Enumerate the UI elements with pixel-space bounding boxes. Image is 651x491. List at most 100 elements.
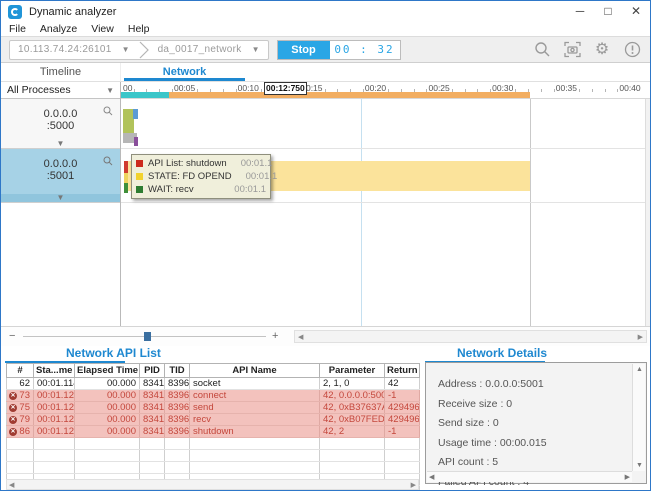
event-block[interactable] (124, 183, 128, 193)
row-collapse-handle[interactable]: ▼ (1, 194, 120, 202)
scroll-down-icon[interactable]: ▼ (636, 462, 643, 469)
project-select-value: da_0017_network (158, 44, 242, 55)
menu-analyze[interactable]: Analyze (40, 23, 77, 35)
scroll-right-icon[interactable]: ▶ (411, 481, 416, 489)
tooltip-row: STATE: FD OPEND00:01.1 (136, 170, 266, 183)
details-vertical-scrollbar[interactable]: ▲ ▼ (632, 364, 645, 471)
column-header[interactable]: Return (385, 364, 420, 378)
api-table[interactable]: #Sta...meElapsed TimePIDTIDAPI NameParam… (6, 363, 420, 491)
zoom-in-button[interactable]: + (272, 330, 278, 342)
row-collapse-handle[interactable]: ▼ (1, 140, 120, 148)
event-block[interactable] (134, 137, 138, 146)
process-row-5000[interactable]: 0.0.0.0 :5000 ▼ (1, 99, 120, 149)
error-icon: ✕ (9, 416, 17, 424)
detail-line: API count : 5 (438, 456, 646, 468)
stop-button[interactable]: Stop (278, 41, 330, 59)
api-cell: 8396 (165, 426, 190, 438)
tooltip-label: API List: shutdown (148, 158, 227, 169)
error-icon: ✕ (9, 428, 17, 436)
tab-timeline[interactable]: Timeline (1, 63, 121, 81)
api-table-row[interactable]: ✕8600:01.12900.00083418396shutdown42, 2-… (7, 426, 420, 438)
api-cell: 8341 (140, 426, 165, 438)
tab-network[interactable]: Network (121, 63, 248, 81)
row-zoom-icon[interactable] (103, 153, 113, 171)
column-header[interactable]: # (7, 364, 34, 378)
ruler-label: 00:35 (556, 83, 577, 93)
zoom-out-button[interactable]: − (9, 330, 15, 342)
event-block[interactable] (133, 109, 138, 119)
tooltip-label: STATE: FD OPEND (148, 171, 232, 182)
event-tooltip: API List: shutdown00:01.1STATE: FD OPEND… (131, 154, 271, 199)
device-select[interactable]: 10.113.74.24:26101 ▼ (10, 41, 138, 59)
process-filter-select[interactable]: All Processes ▼ (1, 82, 120, 99)
api-table-row[interactable]: ✕7900:01.12300.00083418396recv42, 0xB07F… (7, 414, 420, 426)
about-icon[interactable] (622, 40, 642, 60)
minimize-button[interactable]: ─ (566, 1, 594, 22)
api-cell: 00.000 (75, 414, 140, 426)
api-cell: shutdown (190, 426, 320, 438)
api-cell: 8396 (165, 390, 190, 402)
window-title: Dynamic analyzer (29, 6, 566, 18)
maximize-button[interactable]: □ (594, 1, 622, 22)
timeline-horizontal-scrollbar[interactable]: ◀ ▶ (294, 330, 647, 343)
device-select-value: 10.113.74.24:26101 (18, 44, 112, 55)
api-cell-empty (75, 450, 140, 462)
detail-line: Send size : 0 (438, 417, 646, 429)
bottom-section: Network API List #Sta...meElapsed TimePI… (1, 346, 650, 491)
search-icon[interactable] (532, 40, 552, 60)
close-button[interactable]: ✕ (622, 1, 650, 22)
api-table-row[interactable]: ✕7300:01.12000.00083418396connect42, 0.0… (7, 390, 420, 402)
api-cell: 00:01.120 (34, 402, 75, 414)
scroll-up-icon[interactable]: ▲ (636, 366, 643, 373)
menu-view[interactable]: View (91, 23, 114, 35)
scroll-left-icon[interactable]: ◀ (429, 473, 434, 481)
chart-vertical-scrollbar[interactable] (645, 99, 650, 326)
ruler-tick (541, 89, 542, 92)
ruler-tick (617, 89, 618, 92)
timeline-chart[interactable]: 0000:0500:1000:1500:2000:2500:3000:3500:… (121, 82, 650, 326)
settings-icon[interactable]: ⚙ (592, 40, 612, 60)
chart-row-5000[interactable] (121, 99, 650, 149)
time-ruler[interactable]: 0000:0500:1000:1500:2000:2500:3000:3500:… (121, 82, 650, 99)
menu-file[interactable]: File (9, 23, 26, 35)
api-cell-empty (385, 438, 420, 450)
menu-help[interactable]: Help (128, 23, 150, 35)
api-cell: 00:01.123 (34, 414, 75, 426)
api-cell: 8341 (140, 414, 165, 426)
api-table-empty-row (7, 438, 420, 450)
ruler-tick (579, 89, 580, 92)
api-table-horizontal-scrollbar[interactable]: ◀ ▶ (6, 479, 419, 490)
api-cell-empty (34, 438, 75, 450)
column-header[interactable]: TID (165, 364, 190, 378)
legend-swatch-icon (136, 173, 143, 180)
column-header[interactable]: Sta...me (34, 364, 75, 378)
api-table-row[interactable]: 6200:01.11400.00083418396socket2, 1, 042 (7, 378, 420, 390)
event-block[interactable] (124, 161, 128, 173)
api-cell: socket (190, 378, 320, 390)
chart-row-5001[interactable]: API List: shutdown00:01.1STATE: FD OPEND… (121, 149, 650, 203)
api-cell: 00.000 (75, 390, 140, 402)
api-table-row[interactable]: ✕7500:01.12000.00083418396send42, 0xB376… (7, 402, 420, 414)
process-row-5001[interactable]: 0.0.0.0 :5001 ▼ (1, 149, 120, 203)
column-header[interactable]: Parameter (320, 364, 385, 378)
column-header[interactable]: Elapsed Time (75, 364, 140, 378)
row-zoom-icon[interactable] (103, 103, 113, 121)
api-cell: 42, 0xB07FED00 (320, 414, 385, 426)
tooltip-label: WAIT: recv (148, 184, 220, 195)
api-cell-empty (140, 450, 165, 462)
details-horizontal-scrollbar[interactable]: ◀ ▶ (427, 471, 632, 482)
legend-swatch-icon (136, 160, 143, 167)
project-select[interactable]: da_0017_network ▼ (150, 41, 268, 59)
process-column: All Processes ▼ 0.0.0.0 :5000 ▼ 0.0.0.0 … (1, 82, 121, 326)
zoom-slider-handle[interactable] (144, 332, 151, 341)
column-header[interactable]: PID (140, 364, 165, 378)
event-block[interactable] (124, 173, 128, 183)
column-header[interactable]: API Name (190, 364, 320, 378)
scroll-left-icon[interactable]: ◀ (298, 333, 303, 341)
scroll-left-icon[interactable]: ◀ (9, 481, 14, 489)
scroll-right-icon[interactable]: ▶ (638, 333, 643, 341)
screenshot-icon[interactable] (562, 40, 582, 60)
ruler-tick (605, 89, 606, 92)
scroll-right-icon[interactable]: ▶ (625, 473, 630, 481)
error-icon: ✕ (9, 404, 17, 412)
